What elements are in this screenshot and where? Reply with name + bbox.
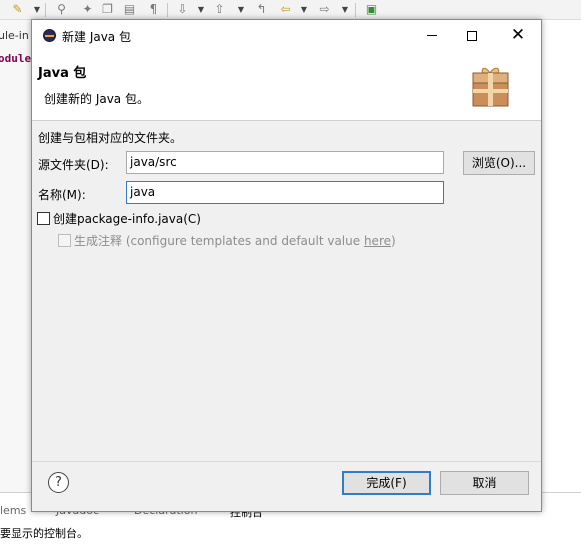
dialog-titlebar[interactable]: 新建 Java 包 ✕ [32, 20, 541, 51]
package-icon [472, 67, 509, 107]
open-task-icon[interactable]: ▣ [364, 2, 379, 17]
marker-icon[interactable]: ✦ [80, 2, 95, 17]
help-icon[interactable]: ? [48, 472, 69, 493]
chevron-down-icon[interactable]: ▼ [341, 3, 349, 17]
chevron-down-icon[interactable]: ▼ [33, 3, 41, 17]
create-package-info-checkbox[interactable] [37, 212, 50, 225]
minimize-icon [427, 35, 437, 36]
toolbar-separator [45, 3, 46, 17]
search-icon[interactable]: ⚲ [54, 2, 69, 17]
document-icon[interactable]: ▤ [122, 2, 137, 17]
close-button[interactable]: ✕ [495, 20, 541, 51]
editor-right-area [541, 20, 581, 492]
eclipse-icon [43, 29, 56, 42]
next-annotation-icon[interactable]: ⇩ [175, 2, 190, 17]
package-name-input[interactable]: java [126, 181, 444, 204]
chevron-down-icon[interactable]: ▼ [300, 3, 308, 17]
chevron-down-icon[interactable]: ▼ [237, 3, 245, 17]
templates-link[interactable]: here [364, 234, 391, 248]
copy-icon[interactable]: ❐ [100, 2, 115, 17]
ide-toolbar: ✎ ▼ ⚲ ✦ ❐ ▤ ¶ ⇩ ▼ ⇧ ▼ ↰ ⇦ ▼ ⇨ ▼ ▣ [0, 0, 581, 20]
last-edit-icon[interactable]: ↰ [254, 2, 269, 17]
maximize-icon [467, 30, 477, 41]
tab-problems[interactable]: lems [0, 504, 26, 517]
generate-comments-text: 生成注释 (configure templates and default va… [74, 234, 364, 248]
create-package-info-label[interactable]: 创建package-info.java(C) [53, 210, 201, 227]
new-java-package-dialog: 新建 Java 包 ✕ Java 包 创建新的 Java 包。 创建与包相对应的… [31, 19, 542, 512]
close-icon: ✕ [510, 25, 526, 45]
maximize-button[interactable] [449, 20, 495, 51]
wand-icon[interactable]: ✎ [10, 2, 25, 17]
package-name-label: 名称(M): [38, 188, 86, 202]
pilcrow-icon[interactable]: ¶ [146, 2, 161, 17]
console-message: 要显示的控制台。 [0, 527, 88, 540]
finish-button[interactable]: 完成(F) [342, 471, 431, 495]
wizard-title: Java 包 [38, 66, 87, 81]
editor-code-line: odule [0, 52, 32, 65]
create-folder-label: 创建与包相对应的文件夹。 [38, 131, 183, 145]
wizard-header: Java 包 创建新的 Java 包。 [32, 51, 541, 121]
wizard-description: 创建新的 Java 包。 [44, 92, 149, 106]
cancel-button[interactable]: 取消 [440, 471, 529, 495]
browse-button[interactable]: 浏览(O)... [463, 151, 535, 175]
generate-comments-checkbox[interactable] [58, 234, 71, 247]
editor-tab-label[interactable]: ule-in [0, 29, 29, 42]
generate-comments-label: 生成注释 (configure templates and default va… [74, 232, 396, 249]
source-folder-label: 源文件夹(D): [38, 158, 109, 172]
source-folder-input[interactable]: java/src [126, 151, 444, 174]
back-arrow-icon[interactable]: ⇦ [278, 2, 293, 17]
forward-arrow-icon[interactable]: ⇨ [317, 2, 332, 17]
editor-visible-strip [0, 20, 32, 492]
toolbar-separator [167, 3, 168, 17]
prev-annotation-icon[interactable]: ⇧ [212, 2, 227, 17]
dialog-title: 新建 Java 包 [62, 30, 131, 44]
generate-comments-suffix: ) [391, 234, 396, 248]
toolbar-separator [355, 3, 356, 17]
chevron-down-icon[interactable]: ▼ [197, 3, 205, 17]
